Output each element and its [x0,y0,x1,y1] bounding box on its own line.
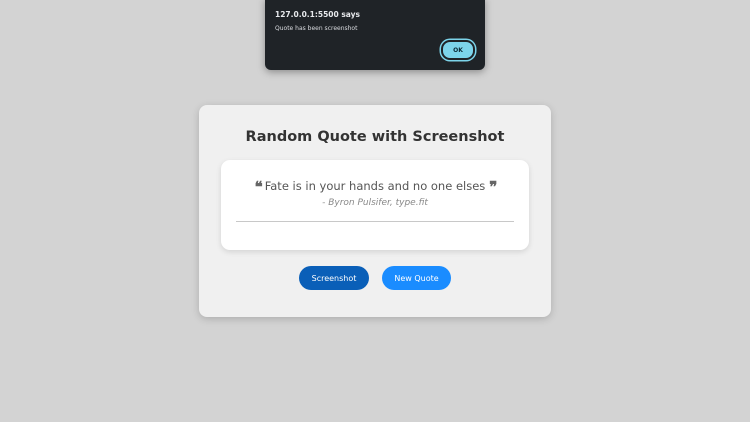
quote-line: ❝ Fate is in your hands and no one elses ❞ [221,178,529,196]
quote-left-icon: ❝ [254,178,263,196]
alert-title: 127.0.0.1:5500 says [275,10,360,19]
card-title: Random Quote with Screenshot [245,129,505,145]
quote-box: ❝ Fate is in your hands and no one elses ❞… [221,160,529,250]
alert-message: Quote has been screenshot [275,25,358,32]
new-quote-button[interactable]: New Quote [382,266,451,290]
quote-right-icon: ❞ [489,178,497,196]
divider [236,221,514,222]
quote-author: - Byron Pulsifer, type.fit [322,198,428,208]
alert-dialog: 127.0.0.1:5500 says Quote has been scree… [265,0,485,70]
quote-card: Random Quote with Screenshot ❝ Fate is in… [199,105,551,317]
quote-text: Fate is in your hands and no one elses [264,179,486,193]
alert-ok-button[interactable]: OK [441,40,475,60]
page: 127.0.0.1:5500 says Quote has been scree… [0,0,750,422]
screenshot-button[interactable]: Screenshot [299,266,369,290]
